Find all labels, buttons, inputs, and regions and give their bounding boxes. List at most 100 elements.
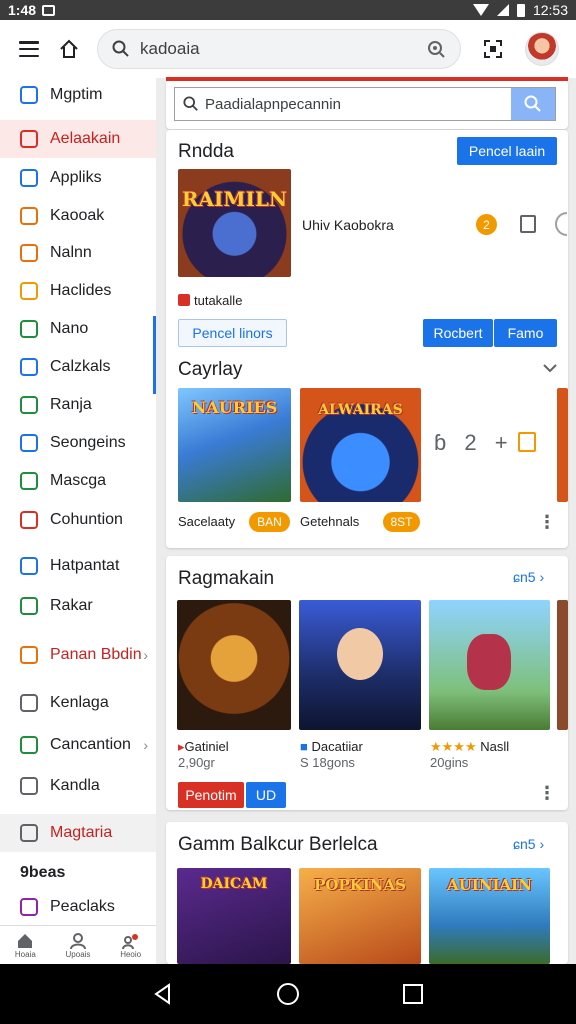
inner-search-input[interactable]: Paadialapnpecannin bbox=[205, 96, 511, 113]
search-submit-button[interactable] bbox=[511, 88, 555, 120]
gamen-item-image-2[interactable]: POPKINAS bbox=[299, 868, 421, 964]
gamen-item-image-3[interactable]: AUINIAIN bbox=[429, 868, 550, 964]
carousel-item-name-2: Getehnals bbox=[300, 514, 360, 529]
recents-icon[interactable] bbox=[401, 982, 425, 1006]
ragmakain-item-sub-1: 2,90gr bbox=[178, 755, 215, 770]
carousel-item-image-1[interactable]: NAURIES bbox=[178, 388, 291, 502]
tab-updates[interactable]: Upoais bbox=[65, 932, 91, 959]
featured-title: Rndda bbox=[178, 141, 234, 162]
sidebar-item-calzkals[interactable]: Calzkals bbox=[0, 348, 156, 386]
tab-home[interactable]: Hoaia bbox=[15, 932, 36, 959]
sidebar-item-label: Magtaria bbox=[50, 824, 113, 841]
copy-icon[interactable] bbox=[520, 215, 536, 233]
sidebar-item-kandla[interactable]: Kandla bbox=[0, 767, 156, 805]
status-time-right: 12:53 bbox=[532, 2, 568, 18]
tab-label: Upoais bbox=[65, 950, 91, 959]
sidebar-item-haclides[interactable]: Haclides bbox=[0, 272, 156, 310]
featured-action-button[interactable]: Pencel laain bbox=[457, 137, 557, 165]
tools-icon bbox=[20, 646, 38, 664]
featured-app-image[interactable]: RAIMILN bbox=[178, 169, 291, 277]
ragmakain-item-sub-2: S 18gons bbox=[300, 755, 355, 770]
battery-icon bbox=[516, 3, 525, 17]
link-icon bbox=[20, 694, 38, 712]
sidebar-item-ranja[interactable]: Ranja bbox=[0, 386, 156, 424]
gamepad-icon bbox=[20, 207, 38, 225]
carousel-item-image-2[interactable]: ALWAIRAS bbox=[300, 388, 421, 502]
sidebar-item-kaooak[interactable]: Kaooak bbox=[0, 197, 156, 235]
gamen-more-link[interactable]: ɕn5 › bbox=[513, 836, 544, 852]
featured-app-name: Uhiv Kaobokra bbox=[302, 217, 394, 233]
featured-button-b[interactable]: Famo bbox=[494, 319, 557, 347]
sidebar-item-mgptim[interactable]: Mgptim bbox=[0, 76, 156, 114]
sidebar-item-hatpantat[interactable]: Hatpantat bbox=[0, 547, 156, 585]
group-icon bbox=[121, 934, 138, 950]
home-icon bbox=[20, 130, 38, 148]
sidebar-item-label: Mascga bbox=[50, 472, 107, 489]
more-options-icon[interactable]: ⋮ bbox=[538, 512, 556, 533]
sidebar-item-mascga[interactable]: Mascga bbox=[0, 462, 156, 500]
lens-icon[interactable] bbox=[426, 39, 446, 59]
leaf-icon bbox=[20, 597, 38, 615]
sidebar-item-label: Calzkals bbox=[50, 358, 111, 375]
sidebar-item-aelaakain[interactable]: Aelaakain bbox=[0, 120, 156, 158]
search-input[interactable]: kadoaia bbox=[140, 39, 426, 59]
ragmakain-item-image-1[interactable] bbox=[177, 600, 291, 730]
ragmakain-item-name-2: ■ Dacatiiar bbox=[300, 739, 363, 754]
back-icon[interactable] bbox=[151, 982, 175, 1006]
more-options-icon[interactable]: ⋮ bbox=[538, 783, 556, 804]
more-label: ɕn5 bbox=[513, 569, 536, 585]
ragmakain-item-image-4[interactable] bbox=[557, 600, 568, 730]
sidebar-item-kenlaga[interactable]: Kenlaga bbox=[0, 684, 156, 722]
menu-icon[interactable] bbox=[19, 41, 39, 57]
home-circle-icon[interactable] bbox=[276, 982, 300, 1006]
refresh-icon bbox=[20, 736, 38, 754]
wifi-icon bbox=[472, 4, 489, 16]
chart-icon bbox=[20, 434, 38, 452]
search-icon bbox=[524, 95, 541, 112]
sidebar-item-peaclaks[interactable]: Peaclaks bbox=[0, 888, 156, 926]
sidebar-item-label: Panan Bbdin bbox=[50, 646, 142, 663]
sidebar-item-appliks[interactable]: Appliks bbox=[0, 159, 156, 197]
status-bar: 1:48 12:53 bbox=[0, 0, 576, 20]
sidebar-item-cohuntion[interactable]: Cohuntion bbox=[0, 501, 156, 539]
sidebar-item-label: Haclides bbox=[50, 282, 112, 299]
sidebar-item-seongeins[interactable]: Seongeins bbox=[0, 424, 156, 462]
ragmakain-more-link[interactable]: ɕn5 › bbox=[513, 569, 544, 585]
lock-icon bbox=[20, 320, 38, 338]
featured-button-a[interactable]: Rocbert bbox=[423, 319, 493, 347]
tab-help[interactable]: Heoio bbox=[120, 932, 141, 959]
ragmakain-item-image-2[interactable] bbox=[299, 600, 421, 730]
sidebar-item-panan-bbdin[interactable]: Panan Bbdin › bbox=[0, 636, 156, 674]
sidebar-item-nano[interactable]: Nano bbox=[0, 310, 156, 348]
search-bar[interactable]: kadoaia bbox=[97, 29, 461, 69]
sidebar-item-cancantion[interactable]: Cancantion › bbox=[0, 726, 156, 764]
sidebar-item-label: Nalnn bbox=[50, 244, 92, 261]
carousel-item-tag-1: BAN bbox=[249, 512, 290, 532]
sidebar-item-magtaria[interactable]: Magtaria bbox=[0, 814, 156, 852]
ragmakain-red-button[interactable]: Penotim bbox=[178, 782, 244, 808]
star-rating-icon: ★★★★ bbox=[430, 739, 477, 754]
sidebar-item-rakar[interactable]: Rakar bbox=[0, 587, 156, 625]
sidebar-item-label: 9beas bbox=[20, 864, 66, 881]
carousel-item-name-1: Sacelaaty bbox=[178, 514, 236, 529]
sidebar-item-9beas[interactable]: 9beas bbox=[0, 854, 156, 892]
ragmakain-item-image-3[interactable] bbox=[429, 600, 550, 730]
carousel-item-image-3[interactable] bbox=[557, 388, 568, 502]
sidebar-item-label: Appliks bbox=[50, 169, 102, 186]
gamen-item-image-1[interactable]: DAICAM bbox=[177, 868, 291, 964]
avatar[interactable] bbox=[525, 32, 559, 66]
gamen-art-text: POPKINAS bbox=[314, 876, 406, 894]
home-icon[interactable] bbox=[59, 39, 79, 59]
carousel-pager[interactable]: ɓ 2 + bbox=[434, 430, 514, 456]
tab-label: Heoio bbox=[120, 950, 142, 959]
notification-icon bbox=[42, 4, 56, 16]
bookmark-icon[interactable] bbox=[518, 432, 536, 452]
chevron-down-icon[interactable] bbox=[543, 363, 557, 373]
sidebar-item-nalnn[interactable]: Nalnn bbox=[0, 234, 156, 272]
ragmakain-blue-button[interactable]: UD bbox=[246, 782, 286, 808]
inner-search-bar[interactable]: Paadialapnpecannin bbox=[174, 87, 556, 121]
avatar-icon bbox=[20, 898, 38, 916]
featured-outline-button[interactable]: Pencel linors bbox=[178, 319, 287, 347]
play-icon bbox=[20, 472, 38, 490]
scan-icon[interactable] bbox=[483, 39, 503, 59]
